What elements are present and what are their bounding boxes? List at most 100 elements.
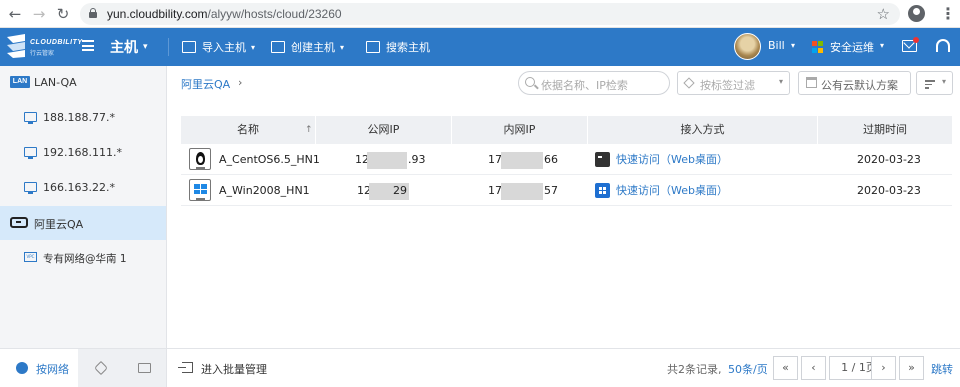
calendar-icon bbox=[806, 77, 817, 88]
browser-menu-icon[interactable]: ⋮ bbox=[940, 4, 956, 23]
search-placeholder: 依据名称、IP检索 bbox=[541, 79, 628, 92]
address-bar[interactable]: yun.cloudbility.com/alyyw/hosts/cloud/23… bbox=[80, 3, 900, 25]
quick-access-link[interactable]: 快速访问（Web桌面） bbox=[616, 145, 728, 175]
notification-dot bbox=[913, 37, 919, 43]
search-host-menu[interactable]: 搜索主机 bbox=[366, 39, 430, 55]
private-ip-prefix: 17 bbox=[488, 184, 502, 197]
browser-profile-icon[interactable] bbox=[908, 5, 925, 22]
import-host-menu[interactable]: 导入主机 ▾ bbox=[182, 39, 255, 55]
table-header: 名称 ↑ 公网IP 内网IP 接入方式 过期时间 bbox=[181, 116, 952, 144]
scheme-select[interactable]: 公有云默认方案 bbox=[798, 71, 911, 95]
first-page-button[interactable]: « bbox=[773, 356, 798, 380]
tab-by-folder[interactable] bbox=[122, 349, 166, 387]
chevron-down-icon[interactable]: ▾ bbox=[880, 41, 884, 50]
sidebar-tabs: 按网络 bbox=[0, 348, 166, 387]
chevron-down-icon[interactable]: ▾ bbox=[143, 42, 148, 52]
create-host-menu[interactable]: 创建主机 ▾ bbox=[271, 39, 344, 55]
scheme-value: 公有云默认方案 bbox=[821, 79, 898, 92]
forward-icon[interactable]: → bbox=[30, 5, 48, 23]
create-host-icon bbox=[271, 41, 285, 53]
host-name[interactable]: A_Win2008_HN1 bbox=[219, 176, 310, 206]
redaction-mask bbox=[501, 152, 543, 169]
import-host-label: 导入主机 bbox=[202, 41, 246, 54]
tag-icon bbox=[683, 77, 695, 89]
module-switcher[interactable]: 主机 bbox=[110, 37, 138, 57]
tag-icon bbox=[93, 360, 109, 376]
redaction-mask bbox=[367, 152, 407, 169]
next-page-button[interactable]: › bbox=[871, 356, 896, 380]
windows-os-icon bbox=[189, 179, 211, 201]
search-input[interactable]: 依据名称、IP检索 bbox=[518, 71, 670, 95]
bookmark-star-icon[interactable]: ☆ bbox=[877, 5, 890, 23]
quick-access-link[interactable]: 快速访问（Web桌面） bbox=[616, 176, 728, 206]
back-icon[interactable]: ← bbox=[6, 5, 24, 23]
chevron-down-icon: ▾ bbox=[778, 77, 783, 86]
private-ip-suffix: 66 bbox=[544, 153, 558, 166]
page-size-select[interactable]: 50条/页 bbox=[728, 361, 768, 377]
url-text: yun.cloudbility.com/alyyw/hosts/cloud/23… bbox=[107, 7, 342, 21]
sidebar-item-aliyun-qa[interactable]: 阿里云QA bbox=[0, 206, 166, 240]
lan-badge-icon: LAN bbox=[10, 76, 30, 88]
column-header-name[interactable]: 名称 bbox=[181, 116, 316, 144]
batch-manage-button[interactable]: 进入批量管理 bbox=[201, 361, 267, 377]
breadcrumb[interactable]: 阿里云QA bbox=[181, 76, 230, 92]
monitor-icon bbox=[24, 147, 37, 159]
table-row[interactable]: A_CentOS6.5_HN1 12 .93 17 66 快速访问（Web桌面）… bbox=[181, 145, 952, 175]
column-header-expire: 过期时间 bbox=[863, 123, 907, 136]
sidebar: LAN LAN-QA 188.188.77.* 192.168.111.* 16… bbox=[0, 66, 167, 387]
sidebar-item-lan-qa[interactable]: LAN LAN-QA bbox=[0, 66, 166, 100]
chevron-down-icon: ▾ bbox=[251, 42, 256, 52]
windows-desktop-icon bbox=[595, 183, 610, 198]
reload-icon[interactable]: ↻ bbox=[54, 5, 72, 23]
sidebar-item-label: 166.163.22.* bbox=[43, 181, 115, 194]
sidebar-item-network-192[interactable]: 192.168.111.* bbox=[0, 136, 166, 170]
sidebar-item-vpc-south-china[interactable]: VPC 专有网络@华南 1 bbox=[0, 241, 166, 275]
search-host-label: 搜索主机 bbox=[386, 41, 430, 54]
tab-by-network[interactable]: 按网络 bbox=[0, 349, 78, 387]
column-header-private-ip: 内网IP bbox=[452, 116, 588, 144]
sort-button[interactable]: ▾ bbox=[916, 71, 953, 95]
chevron-right-icon: › bbox=[238, 76, 243, 89]
private-ip-prefix: 17 bbox=[488, 153, 502, 166]
table-footer: 进入批量管理 共2条记录, 50条/页 « ‹ 1 / 1页 › » 跳转 bbox=[167, 348, 960, 387]
table-row[interactable]: A_Win2008_HN1 12 29 17 57 快速访问（Web桌面） 20… bbox=[181, 176, 952, 206]
expire-date: 2020-03-23 bbox=[857, 153, 921, 166]
security-ops-menu[interactable]: 安全运维 bbox=[830, 39, 874, 55]
chevron-down-icon[interactable]: ▾ bbox=[791, 41, 795, 50]
record-count: 共2条记录, bbox=[667, 363, 722, 376]
ops-app-icon bbox=[812, 41, 824, 53]
avatar[interactable] bbox=[734, 33, 761, 60]
vpc-icon: VPC bbox=[24, 252, 37, 262]
tab-by-tag[interactable] bbox=[78, 349, 122, 387]
lock-icon bbox=[89, 8, 97, 18]
hamburger-menu-icon[interactable] bbox=[82, 40, 94, 51]
sidebar-item-network-188[interactable]: 188.188.77.* bbox=[0, 101, 166, 135]
app-header: CLOUDBILITY 行云管家 主机 ▾ 导入主机 ▾ 创建主机 ▾ 搜索主机… bbox=[0, 28, 960, 66]
support-headset-icon[interactable] bbox=[936, 39, 950, 52]
host-name[interactable]: A_CentOS6.5_HN1 bbox=[219, 145, 320, 175]
monitor-icon bbox=[24, 182, 37, 194]
private-ip-suffix: 57 bbox=[544, 184, 558, 197]
prev-page-button[interactable]: ‹ bbox=[801, 356, 826, 380]
tag-filter-placeholder: 按标签过滤 bbox=[700, 79, 755, 92]
logo-text: CLOUDBILITY bbox=[30, 39, 83, 46]
jump-button[interactable]: 跳转 bbox=[931, 361, 953, 377]
column-header-access: 接入方式 bbox=[588, 116, 818, 144]
sidebar-item-network-166[interactable]: 166.163.22.* bbox=[0, 171, 166, 205]
sidebar-item-label: 188.188.77.* bbox=[43, 111, 115, 124]
sidebar-item-label: 阿里云QA bbox=[34, 218, 84, 231]
search-icon bbox=[525, 77, 535, 87]
redaction-mask bbox=[501, 183, 543, 200]
browser-toolbar: ← → ↻ yun.cloudbility.com/alyyw/hosts/cl… bbox=[0, 0, 960, 28]
expire-date: 2020-03-23 bbox=[857, 184, 921, 197]
last-page-button[interactable]: » bbox=[899, 356, 924, 380]
sidebar-item-label: LAN-QA bbox=[34, 76, 77, 89]
chevron-down-icon: ▾ bbox=[942, 77, 947, 86]
create-host-label: 创建主机 bbox=[291, 41, 335, 54]
user-name[interactable]: Bill bbox=[768, 39, 785, 52]
tag-filter-select[interactable]: 按标签过滤 ▾ bbox=[677, 71, 790, 95]
sort-icon bbox=[925, 80, 935, 91]
linux-os-icon bbox=[189, 148, 211, 170]
sort-arrow-icon[interactable]: ↑ bbox=[305, 116, 313, 144]
terminal-icon bbox=[595, 152, 610, 167]
